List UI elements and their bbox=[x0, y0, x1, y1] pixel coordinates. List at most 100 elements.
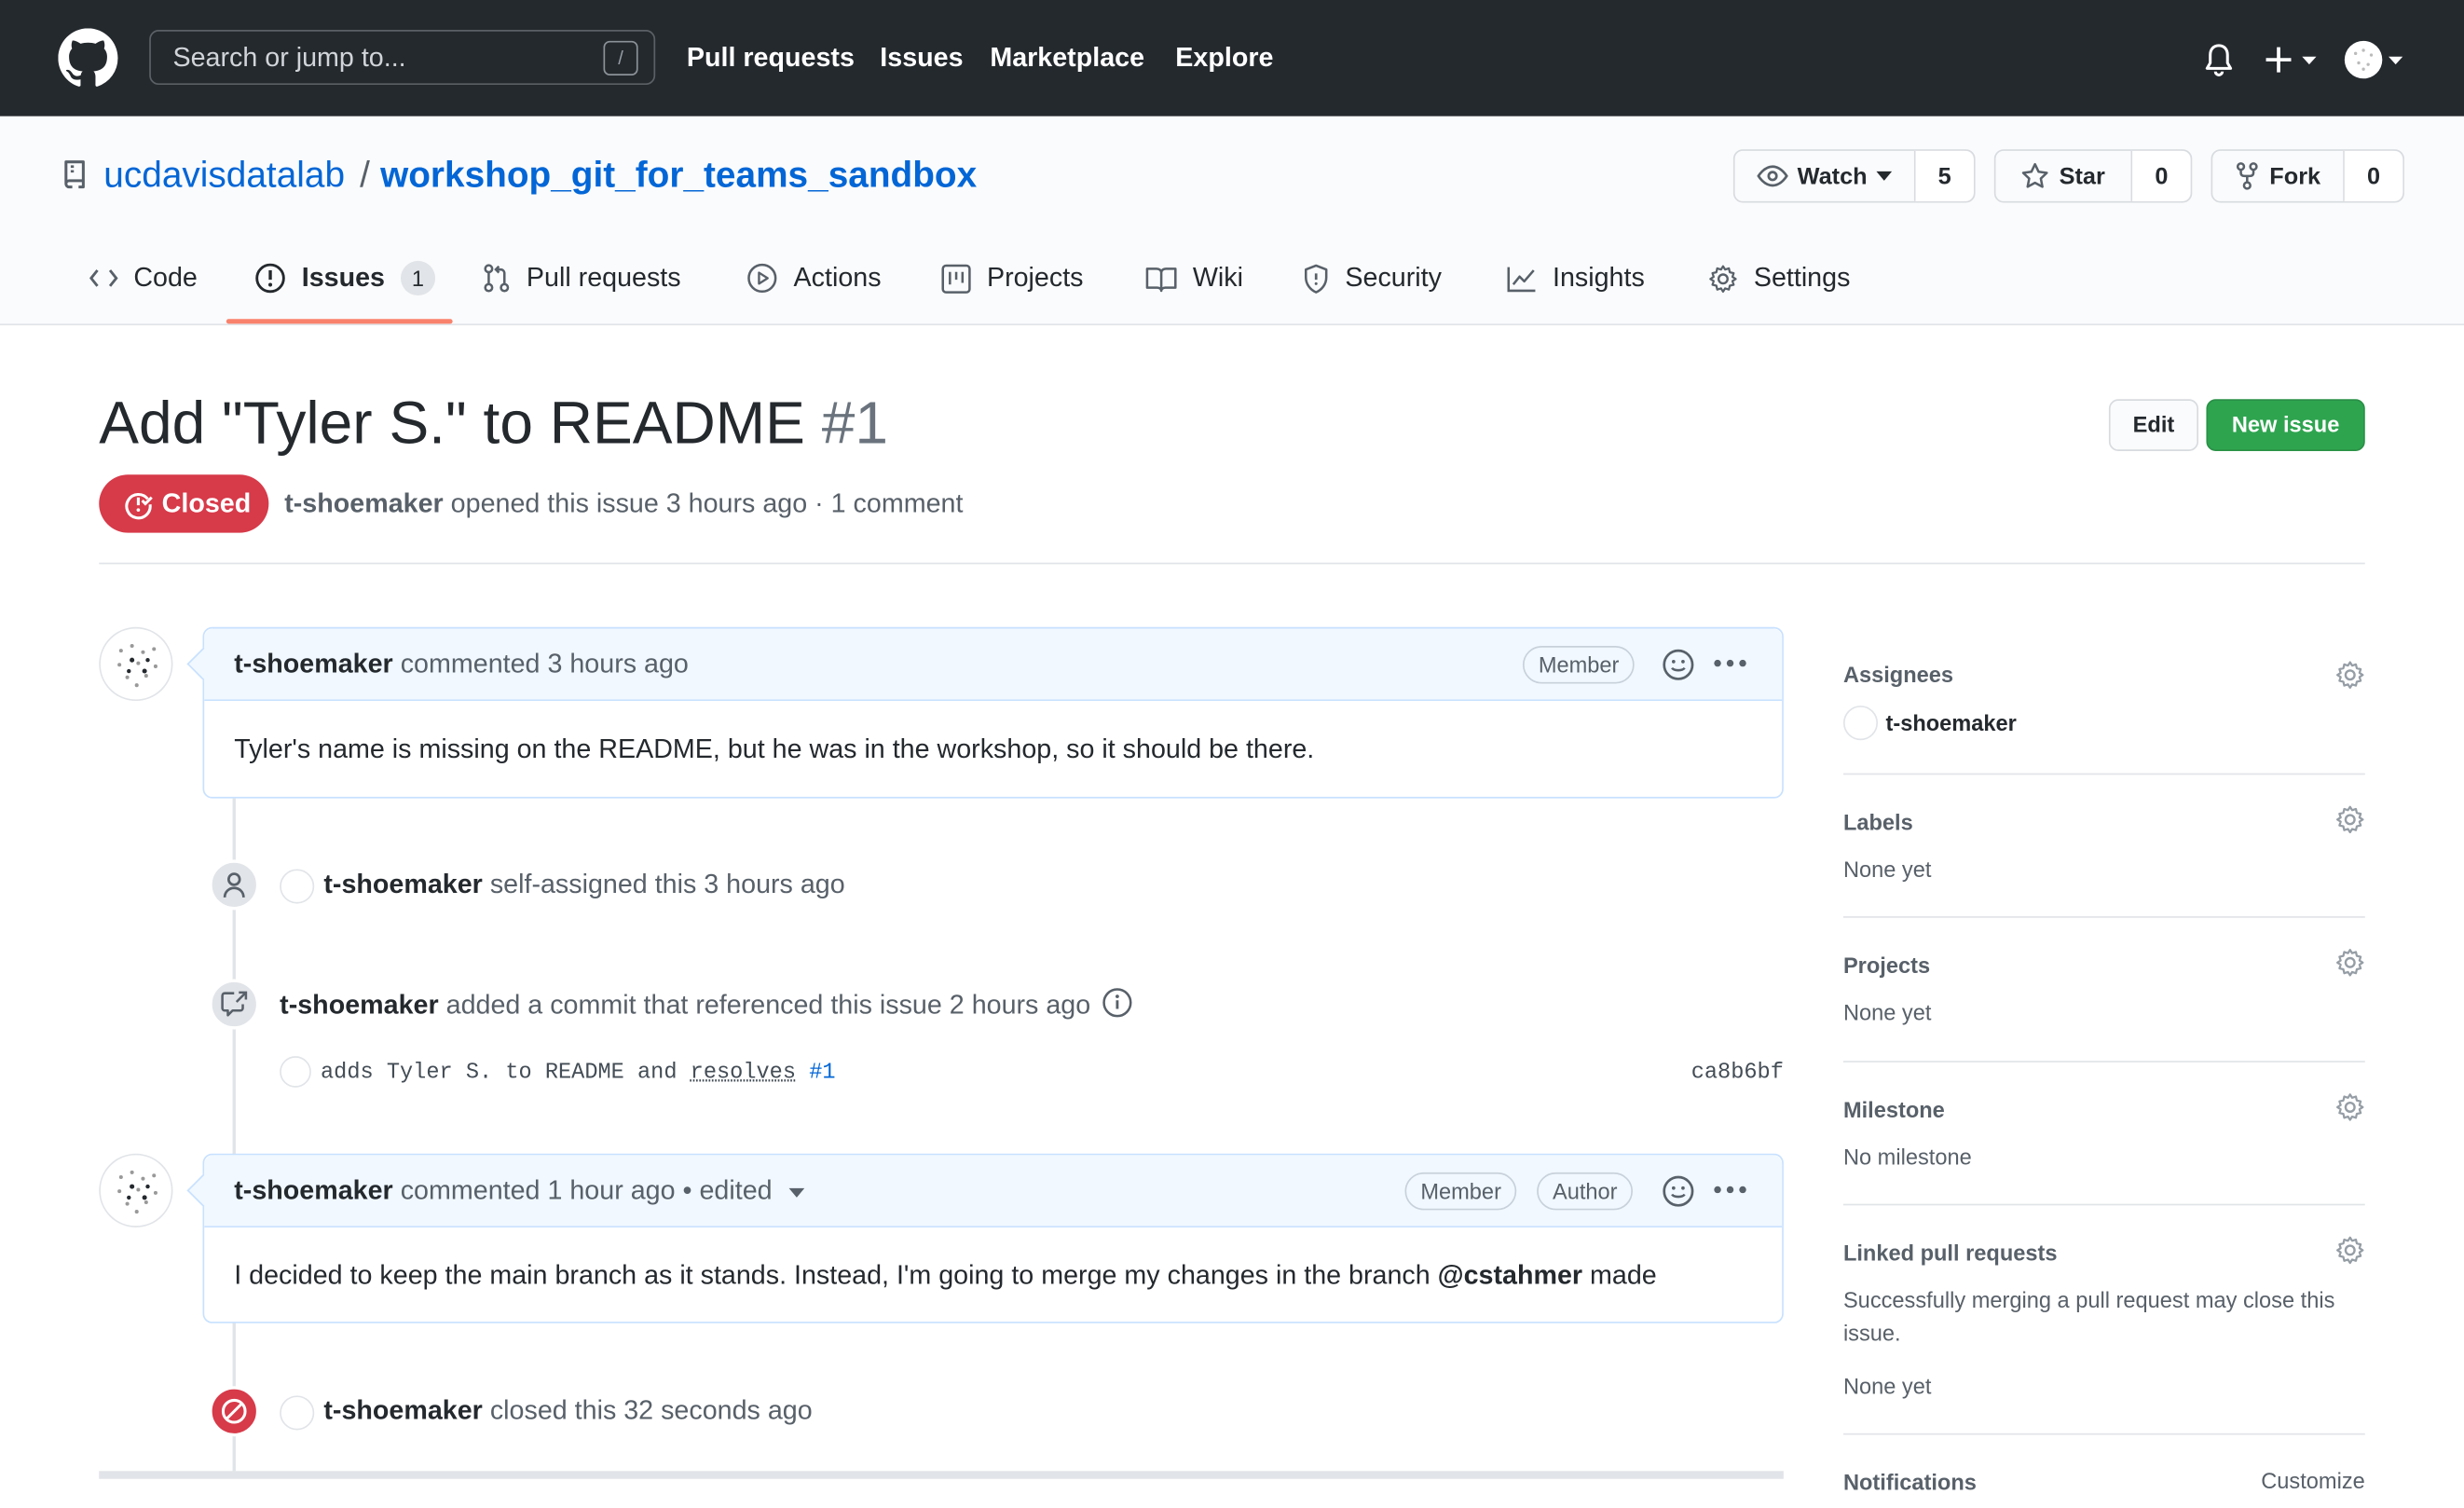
comment-body-text-end: made bbox=[1582, 1260, 1657, 1291]
watch-button[interactable]: Watch bbox=[1735, 151, 1914, 201]
avatar[interactable] bbox=[99, 1153, 173, 1227]
repo-icon bbox=[64, 160, 85, 189]
gear-icon[interactable] bbox=[2335, 1235, 2365, 1265]
avatar[interactable] bbox=[280, 868, 315, 903]
assignees-heading[interactable]: Assignees bbox=[1843, 660, 1953, 688]
user-mention-link[interactable]: @cstahmer bbox=[1438, 1260, 1582, 1290]
issue-reference-link[interactable]: #1 bbox=[809, 1061, 835, 1086]
github-logo-icon[interactable] bbox=[58, 28, 118, 88]
event-actor-link[interactable]: t-shoemaker bbox=[323, 869, 482, 898]
labels-heading[interactable]: Labels bbox=[1843, 808, 1913, 836]
kebab-horizontal-icon[interactable] bbox=[1713, 659, 1747, 668]
search-shortcut-key: / bbox=[603, 40, 638, 75]
timeline-badge-closed bbox=[209, 1386, 260, 1437]
gear-icon[interactable] bbox=[2335, 660, 2365, 690]
sidebar-divider bbox=[1842, 773, 2365, 775]
create-new-dropdown-icon[interactable] bbox=[2265, 44, 2321, 75]
smiley-icon[interactable] bbox=[1661, 648, 1695, 682]
gear-icon[interactable] bbox=[2335, 804, 2365, 834]
tab-actions[interactable]: Actions bbox=[746, 248, 882, 308]
avatar bbox=[1842, 706, 1879, 741]
tab-insights[interactable]: Insights bbox=[1507, 248, 1645, 308]
timeline-badge bbox=[209, 979, 260, 1030]
gear-icon[interactable] bbox=[2335, 948, 2365, 978]
sidebar-divider bbox=[1842, 916, 2365, 918]
projects-heading[interactable]: Projects bbox=[1843, 951, 1930, 979]
member-badge: Member bbox=[1522, 646, 1636, 684]
watch-label: Watch bbox=[1797, 162, 1868, 190]
tab-issues[interactable]: Issues 1 bbox=[254, 248, 435, 308]
timeline-event-assigned: t-shoemaker self-assigned this 3 hours a… bbox=[280, 868, 845, 903]
nav-explore[interactable]: Explore bbox=[1175, 43, 1273, 75]
timeline-event-closed: t-shoemaker closed this 32 seconds ago bbox=[280, 1394, 813, 1430]
tab-wiki[interactable]: Wiki bbox=[1145, 248, 1243, 308]
gear-icon bbox=[1709, 264, 1737, 293]
tab-projects[interactable]: Projects bbox=[941, 248, 1084, 308]
linked-pull-requests-heading[interactable]: Linked pull requests bbox=[1843, 1239, 2058, 1267]
tab-security[interactable]: Security bbox=[1303, 248, 1442, 308]
avatar[interactable] bbox=[99, 626, 173, 702]
nav-issues[interactable]: Issues bbox=[880, 43, 963, 75]
author-badge: Author bbox=[1537, 1172, 1634, 1211]
comment-box: t-shoemaker commented 3 hours ago Member… bbox=[202, 626, 1784, 799]
search-input[interactable]: Search or jump to... bbox=[149, 30, 656, 86]
milestone-heading[interactable]: Milestone bbox=[1843, 1095, 1945, 1123]
tab-pull-requests-label: Pull requests bbox=[526, 262, 681, 293]
event-text: closed this 32 seconds ago bbox=[489, 1395, 813, 1426]
assignee-name: t-shoemaker bbox=[1885, 709, 2017, 735]
cross-reference-icon bbox=[221, 991, 248, 1017]
book-icon bbox=[1145, 267, 1177, 292]
star-icon bbox=[2022, 162, 2049, 188]
member-badge: Member bbox=[1404, 1172, 1517, 1211]
fork-button[interactable]: Fork bbox=[2212, 151, 2343, 201]
chevron-down-icon[interactable] bbox=[788, 1187, 805, 1198]
notifications-heading: Notifications bbox=[1842, 1469, 1977, 1495]
avatar[interactable] bbox=[280, 1394, 315, 1430]
repo-owner-link[interactable]: ucdavisdatalab bbox=[103, 153, 345, 197]
repo-path-separator: / bbox=[360, 154, 370, 196]
linked-pull-requests-description: Successfully merging a pull request may … bbox=[1842, 1287, 2335, 1346]
bell-icon[interactable] bbox=[2203, 43, 2235, 77]
comment-body: Tyler's name is missing on the README, b… bbox=[234, 733, 1315, 764]
avatar[interactable] bbox=[280, 1056, 311, 1089]
commit-sha-link[interactable]: ca8b6bf bbox=[1635, 1056, 1784, 1090]
event-actor-link[interactable]: t-shoemaker bbox=[280, 990, 438, 1020]
repo-name-link[interactable]: workshop_git_for_teams_sandbox bbox=[380, 153, 977, 197]
assignee-item[interactable]: t-shoemaker bbox=[1842, 706, 2017, 741]
issue-title-text: Add "Tyler S." to README bbox=[99, 391, 805, 458]
issue-meta-text: opened this issue 3 hours ago · 1 commen… bbox=[450, 488, 964, 519]
comment-timestamp[interactable]: commented 3 hours ago bbox=[401, 649, 689, 679]
tab-pull-requests[interactable]: Pull requests bbox=[483, 248, 681, 308]
edit-button[interactable]: Edit bbox=[2108, 399, 2199, 451]
issue-title: Add "Tyler S." to README #1 bbox=[99, 390, 888, 459]
new-issue-button[interactable]: New issue bbox=[2206, 399, 2365, 451]
smiley-icon[interactable] bbox=[1661, 1174, 1695, 1209]
comment-author-link[interactable]: t-shoemaker bbox=[234, 649, 392, 679]
tab-wiki-label: Wiki bbox=[1192, 262, 1243, 293]
issue-author-link[interactable]: t-shoemaker bbox=[284, 488, 443, 518]
project-icon bbox=[941, 263, 971, 294]
timeline-event-commit-ref: t-shoemaker added a commit that referenc… bbox=[280, 987, 1132, 1023]
issue-closed-icon bbox=[125, 492, 153, 519]
header-divider bbox=[99, 562, 2365, 565]
comment-author-link[interactable]: t-shoemaker bbox=[234, 1175, 392, 1205]
kebab-horizontal-icon[interactable] bbox=[1713, 1185, 1747, 1194]
star-count[interactable]: 0 bbox=[2130, 150, 2191, 201]
fork-count[interactable]: 0 bbox=[2343, 150, 2403, 201]
tab-code[interactable]: Code bbox=[89, 248, 198, 308]
status-label: Closed bbox=[161, 487, 252, 518]
nav-marketplace[interactable]: Marketplace bbox=[990, 43, 1144, 75]
star-button[interactable]: Star bbox=[1996, 151, 2131, 201]
info-icon[interactable] bbox=[1102, 987, 1133, 1019]
gear-icon[interactable] bbox=[2335, 1092, 2365, 1122]
comment-timestamp[interactable]: commented 1 hour ago • edited bbox=[401, 1175, 773, 1205]
tab-issues-label: Issues bbox=[301, 262, 386, 293]
customize-link[interactable]: Customize bbox=[2261, 1465, 2365, 1498]
tab-settings[interactable]: Settings bbox=[1708, 248, 1850, 308]
comment-author-line: t-shoemaker commented 3 hours ago bbox=[234, 649, 689, 680]
nav-pull-requests[interactable]: Pull requests bbox=[687, 43, 855, 75]
event-actor-link[interactable]: t-shoemaker bbox=[323, 1395, 482, 1425]
user-avatar-menu-icon[interactable] bbox=[2343, 39, 2409, 80]
watch-count[interactable]: 5 bbox=[1913, 150, 1974, 201]
commit-message[interactable]: adds Tyler S. to README and bbox=[321, 1061, 691, 1086]
